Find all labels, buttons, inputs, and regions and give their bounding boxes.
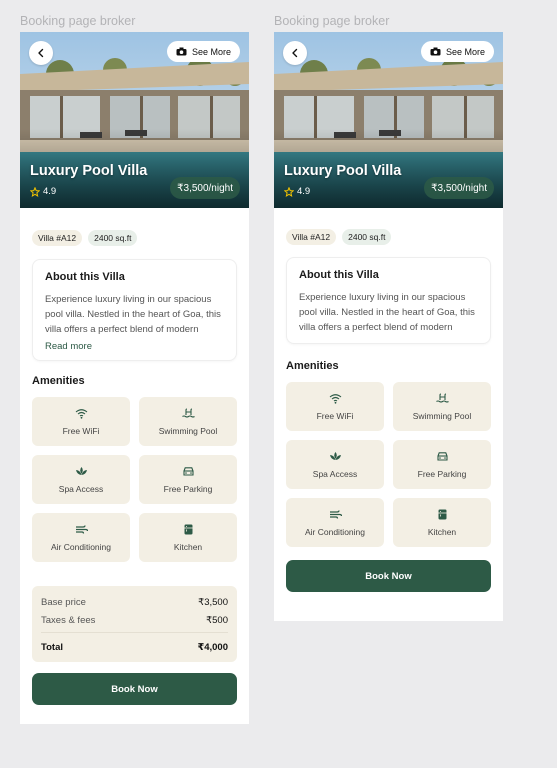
- frame-label: Booking page broker: [20, 14, 136, 28]
- amenity-label: Kitchen: [427, 526, 457, 537]
- car-icon: [436, 451, 448, 461]
- chevron-left-icon: [292, 48, 298, 58]
- amenity-label: Air Conditioning: [304, 526, 365, 537]
- chevron-left-icon: [38, 48, 44, 58]
- amenity-label: Free WiFi: [62, 425, 100, 436]
- amenities-heading: Amenities: [286, 360, 339, 372]
- amenity-pool[interactable]: Swimming Pool: [139, 397, 237, 446]
- area-chip: 2400 sq.ft: [342, 229, 392, 245]
- price-badge: ₹3,500/night: [170, 177, 240, 199]
- amenities-grid: Free WiFi Swimming Pool Spa Access Free …: [20, 397, 249, 562]
- amenity-parking[interactable]: Free Parking: [139, 455, 237, 504]
- back-button[interactable]: [29, 41, 53, 65]
- back-button[interactable]: [283, 41, 307, 65]
- amenities-heading: Amenities: [32, 375, 85, 387]
- pool-icon: [435, 392, 449, 403]
- hero-image: See More Luxury Pool Villa 4.9 ₹3,500/ni…: [274, 32, 503, 208]
- rating-value: 4.9: [297, 186, 311, 197]
- area-chip: 2400 sq.ft: [88, 230, 138, 246]
- about-heading: About this Villa: [299, 269, 379, 281]
- wifi-icon: [329, 393, 341, 404]
- read-more-link[interactable]: Read more: [45, 341, 224, 352]
- booking-page-full: See More Luxury Pool Villa 4.9 ₹3,500/ni…: [20, 32, 249, 724]
- about-card: About this Villa Experience luxury livin…: [286, 257, 491, 344]
- about-heading: About this Villa: [45, 271, 125, 283]
- base-price-label: Base price: [41, 596, 86, 608]
- villa-title: Luxury Pool Villa: [30, 163, 148, 179]
- star-icon: [30, 186, 40, 197]
- base-price-value: ₹3,500: [198, 596, 228, 608]
- amenity-label: Air Conditioning: [50, 541, 111, 552]
- total-value: ₹4,000: [197, 641, 228, 653]
- amenity-ac[interactable]: Air Conditioning: [32, 513, 130, 562]
- about-text: Experience luxury living in our spacious…: [45, 294, 221, 335]
- rating: 4.9: [30, 186, 56, 197]
- villa-id-chip: Villa #A12: [286, 229, 337, 245]
- about-card: About this Villa Experience luxury livin…: [32, 259, 237, 361]
- villa-title: Luxury Pool Villa: [284, 163, 402, 179]
- amenity-label: Spa Access: [58, 483, 104, 494]
- taxes-value: ₹500: [206, 614, 228, 626]
- amenity-label: Swimming Pool: [412, 410, 472, 421]
- rating: 4.9: [284, 186, 310, 197]
- amenity-spa[interactable]: Spa Access: [32, 455, 130, 504]
- amenity-label: Free Parking: [163, 483, 213, 494]
- fridge-icon: [438, 509, 446, 519]
- total-label: Total: [41, 641, 63, 653]
- wind-icon: [75, 524, 88, 534]
- hero-image: See More Luxury Pool Villa 4.9 ₹3,500/ni…: [20, 32, 249, 208]
- pool-icon: [181, 407, 195, 418]
- about-text: Experience luxury living in our spacious…: [299, 292, 475, 333]
- taxes-row: Taxes & fees ₹500: [41, 611, 228, 629]
- amenity-kitchen[interactable]: Kitchen: [139, 513, 237, 562]
- camera-icon: [176, 47, 187, 56]
- booking-page-compact: See More Luxury Pool Villa 4.9 ₹3,500/ni…: [274, 32, 503, 621]
- amenity-pool[interactable]: Swimming Pool: [393, 382, 491, 431]
- price-summary: Base price ₹3,500 Taxes & fees ₹500 Total ₹…: [32, 586, 237, 662]
- amenity-label: Spa Access: [312, 468, 358, 479]
- amenity-spa[interactable]: Spa Access: [286, 440, 384, 489]
- amenity-label: Free Parking: [417, 468, 467, 479]
- see-more-button[interactable]: See More: [166, 41, 240, 62]
- see-more-label: See More: [191, 46, 231, 57]
- amenity-label: Swimming Pool: [158, 425, 218, 436]
- see-more-label: See More: [445, 46, 485, 57]
- frame-label: Booking page broker: [274, 14, 390, 28]
- lotus-icon: [329, 451, 341, 460]
- amenity-label: Free WiFi: [316, 410, 354, 421]
- wind-icon: [329, 509, 342, 519]
- amenity-wifi[interactable]: Free WiFi: [286, 382, 384, 431]
- lotus-icon: [75, 466, 87, 475]
- camera-icon: [430, 47, 441, 56]
- amenity-ac[interactable]: Air Conditioning: [286, 498, 384, 547]
- base-price-row: Base price ₹3,500: [41, 593, 228, 611]
- fridge-icon: [184, 524, 192, 534]
- amenity-label: Kitchen: [173, 541, 203, 552]
- book-now-button[interactable]: Book Now: [32, 673, 237, 705]
- star-icon: [284, 186, 294, 197]
- price-badge: ₹3,500/night: [424, 177, 494, 199]
- amenity-wifi[interactable]: Free WiFi: [32, 397, 130, 446]
- villa-tags: Villa #A12 2400 sq.ft: [274, 229, 503, 245]
- amenities-grid: Free WiFi Swimming Pool Spa Access Free …: [274, 382, 503, 547]
- wifi-icon: [75, 408, 87, 419]
- amenity-parking[interactable]: Free Parking: [393, 440, 491, 489]
- villa-tags: Villa #A12 2400 sq.ft: [20, 230, 249, 246]
- amenity-kitchen[interactable]: Kitchen: [393, 498, 491, 547]
- total-row: Total ₹4,000: [41, 632, 228, 657]
- taxes-label: Taxes & fees: [41, 614, 96, 626]
- book-now-button[interactable]: Book Now: [286, 560, 491, 592]
- rating-value: 4.9: [43, 186, 57, 197]
- car-icon: [182, 466, 194, 476]
- villa-id-chip: Villa #A12: [32, 230, 83, 246]
- see-more-button[interactable]: See More: [420, 41, 494, 62]
